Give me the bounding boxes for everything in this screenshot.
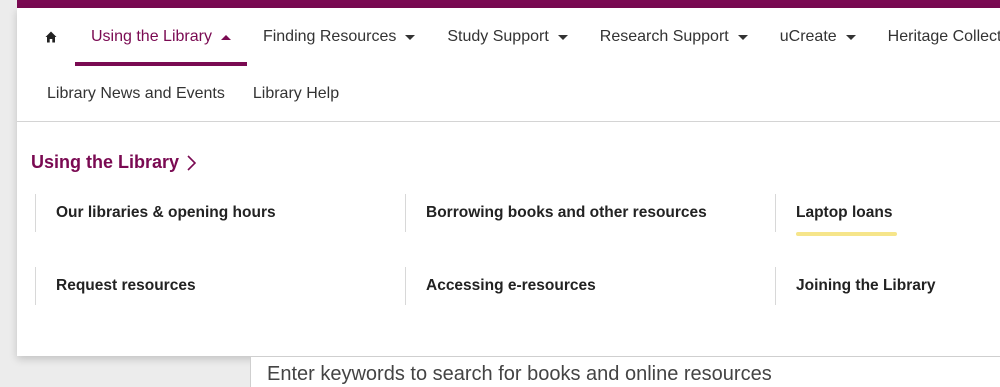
link-laptop-loans[interactable]: Laptop loans [775, 194, 897, 236]
nav-ucreate[interactable]: uCreate [764, 8, 872, 66]
caret-down-icon [557, 34, 568, 40]
link-label: Accessing e-resources [426, 277, 596, 294]
main-navigation: Using the Library Finding Resources Stud… [17, 8, 1000, 356]
caret-down-icon [405, 34, 416, 40]
dropdown-title-link[interactable]: Using the Library [31, 152, 197, 173]
dropdown-links: Our libraries & opening hours Borrowing … [35, 194, 975, 314]
link-borrowing[interactable]: Borrowing books and other resources [405, 194, 707, 232]
nav-library-news-and-events[interactable]: Library News and Events [47, 85, 225, 103]
link-label: Borrowing books and other resources [426, 204, 707, 221]
highlight-underline [796, 232, 897, 236]
nav-label: Using the Library [91, 28, 212, 45]
chevron-right-icon [187, 154, 197, 171]
link-label: Request resources [56, 277, 196, 294]
caret-down-icon [845, 34, 856, 40]
search-placeholder: Enter keywords to search for books and o… [267, 363, 772, 385]
nav-label: Study Support [447, 28, 549, 45]
link-label: Our libraries & opening hours [56, 204, 276, 221]
nav-heritage-collections[interactable]: Heritage Collections [872, 8, 1000, 66]
nav-finding-resources[interactable]: Finding Resources [247, 8, 431, 66]
nav-label: uCreate [779, 28, 837, 45]
link-label: Joining the Library [796, 277, 936, 294]
caret-up-icon [220, 34, 231, 40]
link-accessing-e-resources[interactable]: Accessing e-resources [405, 267, 596, 305]
home-link[interactable] [31, 8, 75, 66]
link-label: Laptop loans [796, 204, 893, 221]
nav-study-support[interactable]: Study Support [431, 8, 583, 66]
home-icon [45, 31, 57, 43]
nav-label: Research Support [599, 28, 729, 45]
link-our-libraries[interactable]: Our libraries & opening hours [35, 194, 276, 232]
nav-label: Finding Resources [262, 28, 397, 45]
primary-nav: Using the Library Finding Resources Stud… [31, 8, 1000, 66]
link-request-resources[interactable]: Request resources [35, 267, 196, 305]
secondary-nav: Library News and Events Library Help [47, 85, 339, 103]
nav-label: Heritage Collections [887, 28, 1000, 45]
nav-using-the-library[interactable]: Using the Library [75, 8, 247, 66]
link-joining-the-library[interactable]: Joining the Library [775, 267, 936, 305]
nav-divider [17, 121, 1000, 122]
dropdown-title: Using the Library [31, 152, 180, 172]
search-box[interactable]: Enter keywords to search for books and o… [250, 356, 1000, 387]
caret-down-icon [737, 34, 748, 40]
nav-research-support[interactable]: Research Support [584, 8, 764, 66]
nav-library-help[interactable]: Library Help [253, 85, 339, 103]
brand-bar [17, 0, 1000, 8]
